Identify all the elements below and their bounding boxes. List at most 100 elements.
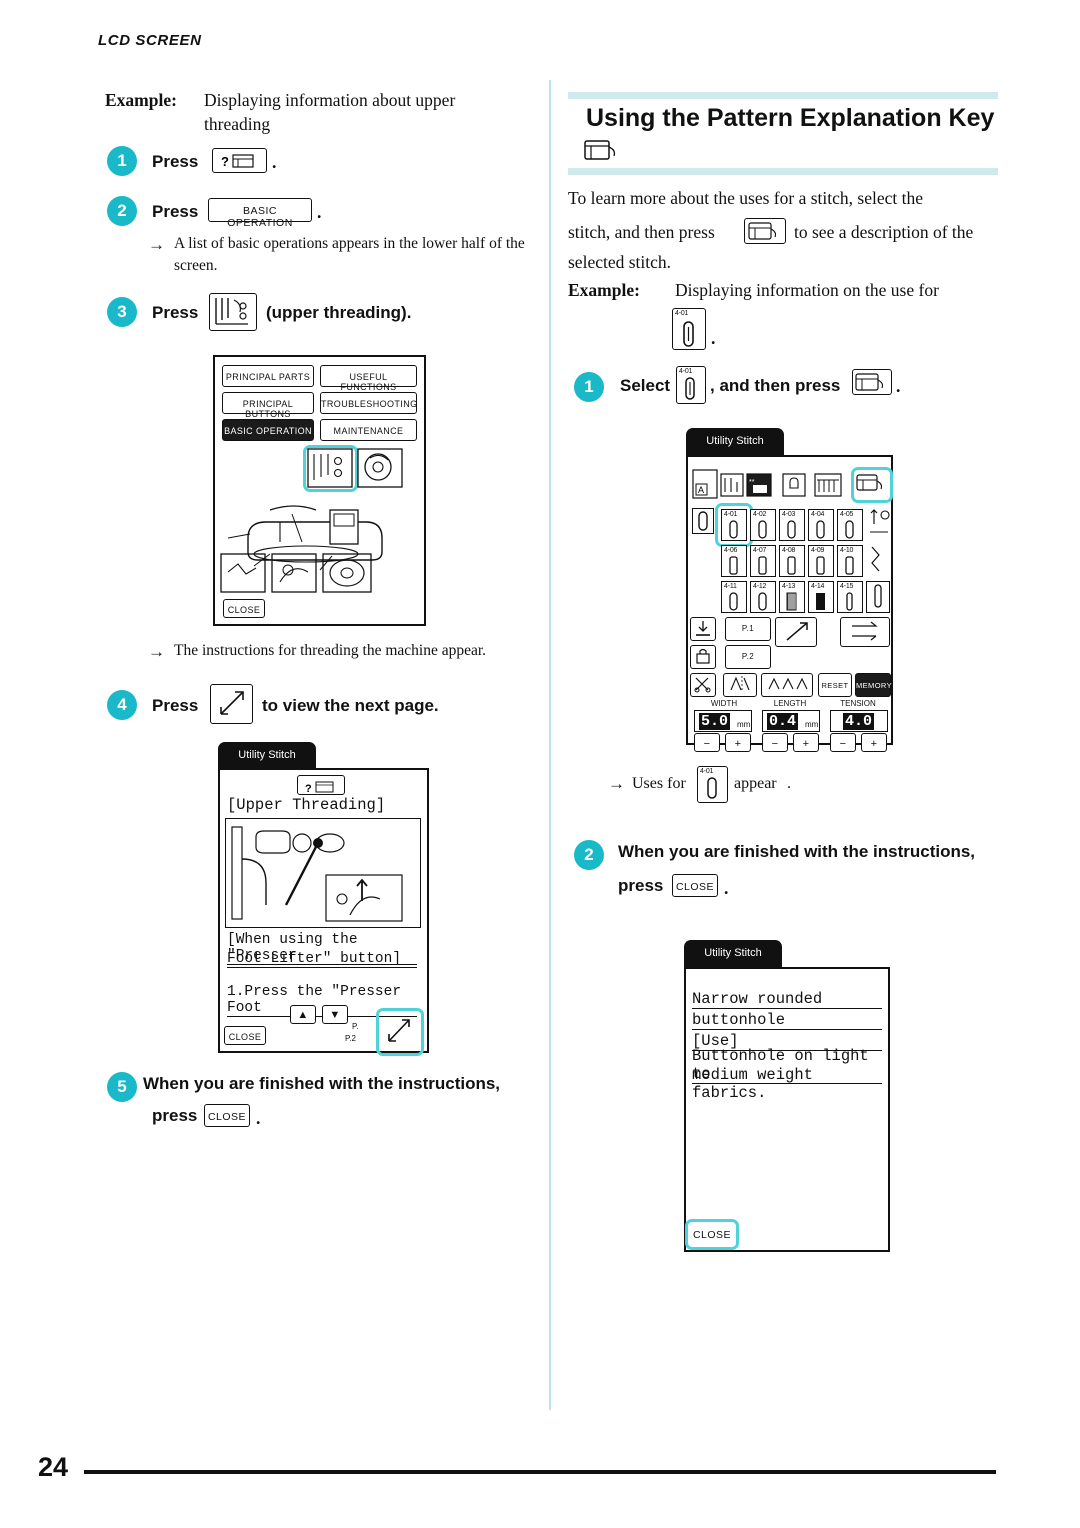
screen3-stitch-4-11[interactable]: 4-11 bbox=[721, 581, 747, 613]
screen3-needle-position-button[interactable] bbox=[690, 617, 716, 641]
step-5-badge: 5 bbox=[107, 1072, 137, 1102]
upper-threading-key[interactable] bbox=[209, 293, 257, 331]
screen3-memory-button[interactable]: MEMORY bbox=[855, 673, 892, 697]
help-btn-principal-parts[interactable]: PRINCIPAL PARTS bbox=[222, 365, 314, 387]
screen3-resize-button[interactable] bbox=[775, 617, 817, 647]
pattern-explanation-key[interactable] bbox=[744, 218, 786, 244]
screen3-stitch-extra[interactable] bbox=[866, 581, 890, 613]
help-icon-key[interactable]: ? bbox=[212, 148, 267, 173]
help-btn-useful-functions[interactable]: USEFUL FUNCTIONS bbox=[320, 365, 417, 392]
screen3-stitch-4-01[interactable]: 4-01 bbox=[721, 509, 747, 541]
screen3-stitch-4-03[interactable]: 4-03 bbox=[779, 509, 805, 541]
basic-operation-key[interactable]: BASIC OPERATION bbox=[208, 198, 312, 229]
screen3-stitch-4-05[interactable]: 4-05 bbox=[837, 509, 863, 541]
page: LCD SCREEN 24 Example: Displaying inform… bbox=[0, 0, 1080, 1528]
screen4-line-1: Narrow rounded bbox=[692, 990, 882, 1009]
screen3-stitch-4-06-number: 4-06 bbox=[724, 547, 738, 554]
buttonhole-stitch-icon bbox=[758, 592, 767, 611]
lock-icon bbox=[696, 648, 710, 664]
mirror-icon bbox=[730, 676, 750, 692]
screen3-length-label: LENGTH bbox=[773, 699, 807, 708]
buttonhole-stitch-icon bbox=[816, 520, 825, 539]
screen2-tab: Utility Stitch bbox=[218, 742, 316, 768]
screen3-tension-plus[interactable]: + bbox=[861, 733, 887, 752]
step-5-text-1: When you are finished with the instructi… bbox=[143, 1074, 501, 1093]
screen3-stitch-4-10[interactable]: 4-10 bbox=[837, 545, 863, 577]
screen3-stitch-4-12[interactable]: 4-12 bbox=[750, 581, 776, 613]
screen3-width-value-box: 5.0 mm bbox=[694, 710, 752, 732]
step-5-close-key-label: CLOSE bbox=[207, 1111, 247, 1123]
step-2-badge: 2 bbox=[107, 196, 137, 226]
screen3-stitch-4-09-number: 4-09 bbox=[811, 547, 825, 554]
right-step-2-close-key[interactable]: CLOSE bbox=[672, 874, 718, 897]
screen3-stitch-4-06[interactable]: 4-06 bbox=[721, 545, 747, 577]
right-result-stitch-key[interactable]: 4-01 bbox=[697, 766, 728, 803]
step-3-press-label: Press bbox=[152, 303, 199, 322]
column-divider bbox=[549, 80, 551, 1410]
step-3-tail: (upper threading). bbox=[266, 303, 412, 322]
screen3-length-value: 0.4 bbox=[767, 713, 799, 730]
right-step-1-explanation-key[interactable] bbox=[852, 369, 892, 395]
buttonhole-stitch-icon bbox=[845, 556, 854, 575]
right-step-2-badge: 2 bbox=[574, 840, 604, 870]
screen3-stitch-4-09[interactable]: 4-09 bbox=[808, 545, 834, 577]
screen2-close-button[interactable]: CLOSE bbox=[224, 1026, 266, 1045]
screen3-stitch-4-13[interactable]: 4-13 bbox=[779, 581, 805, 613]
screen3-stitch-pattern-button[interactable] bbox=[761, 673, 813, 697]
screen3-stitch-preview-zigzag bbox=[871, 546, 880, 572]
screen3-stitch-4-05-number: 4-05 bbox=[840, 511, 854, 518]
dense-stitch-icon bbox=[786, 592, 797, 611]
screen3-length-unit: mm bbox=[805, 720, 819, 729]
section-title-rule-top bbox=[568, 92, 998, 99]
step-5-close-key[interactable]: CLOSE bbox=[204, 1104, 250, 1127]
screen2-up-button[interactable]: ▲ bbox=[290, 1005, 316, 1024]
screen3-length-plus[interactable]: + bbox=[793, 733, 819, 752]
buttonhole-stitch-icon bbox=[846, 592, 853, 611]
screen3-stitch-4-03-number: 4-03 bbox=[782, 511, 796, 518]
stitch-4-01-key[interactable]: 4-01 bbox=[672, 308, 706, 350]
next-page-icon bbox=[388, 1019, 410, 1042]
right-step-1-stitch-key[interactable]: 4-01 bbox=[676, 366, 706, 404]
svg-text:**: ** bbox=[749, 479, 755, 486]
pattern-explanation-icon bbox=[856, 474, 883, 491]
help-close-button[interactable]: CLOSE bbox=[223, 599, 265, 618]
screen3-lock-button[interactable] bbox=[690, 645, 716, 669]
screen3-thread-cutter-button[interactable] bbox=[690, 673, 716, 697]
stitch-4-01-number: 4-01 bbox=[675, 310, 689, 317]
screen3-width-minus[interactable]: − bbox=[694, 733, 720, 752]
help-btn-basic-operation[interactable]: BASIC OPERATION bbox=[222, 419, 314, 441]
screen2-title: [Upper Threading] bbox=[227, 796, 386, 814]
screen3-stitch-4-02[interactable]: 4-02 bbox=[750, 509, 776, 541]
screen3-length-minus[interactable]: − bbox=[762, 733, 788, 752]
feed-direction-icon bbox=[852, 621, 878, 641]
help-btn-troubleshooting[interactable]: TROUBLESHOOTING bbox=[320, 392, 417, 414]
screen4-close-highlight[interactable]: CLOSE bbox=[685, 1219, 739, 1250]
basic-operation-key-label: BASIC OPERATION bbox=[227, 205, 293, 229]
screen2-down-button[interactable]: ▼ bbox=[322, 1005, 348, 1024]
screen3-stitch-4-08[interactable]: 4-08 bbox=[779, 545, 805, 577]
screen2-help-key[interactable]: ? bbox=[297, 775, 345, 795]
screen3-page-2-button[interactable]: P.2 bbox=[725, 645, 771, 669]
screen3-width-plus[interactable]: + bbox=[725, 733, 751, 752]
screen3-tension-value-box: 4.0 bbox=[830, 710, 888, 732]
help-btn-principal-buttons[interactable]: PRINCIPAL BUTTONS bbox=[222, 392, 314, 419]
screen3-tension-value: 4.0 bbox=[843, 713, 875, 730]
screen3-page-1-button[interactable]: P.1 bbox=[725, 617, 771, 641]
screen3-stitch-4-07[interactable]: 4-07 bbox=[750, 545, 776, 577]
step-1-badge: 1 bbox=[107, 146, 137, 176]
screen3-stitch-4-14[interactable]: 4-14 bbox=[808, 581, 834, 613]
step-2-result-text: A list of basic operations appears in th… bbox=[174, 235, 525, 275]
pattern-explanation-icon bbox=[855, 373, 884, 391]
buttonhole-stitch-icon bbox=[758, 520, 767, 539]
screen3-direction-button[interactable] bbox=[840, 617, 890, 647]
screen3-stitch-4-15[interactable]: 4-15 bbox=[837, 581, 863, 613]
right-example-text: Displaying information on the use for bbox=[675, 280, 939, 300]
screen3-tension-minus[interactable]: − bbox=[830, 733, 856, 752]
help-btn-maintenance[interactable]: MAINTENANCE bbox=[320, 419, 417, 441]
next-page-key[interactable] bbox=[210, 684, 253, 724]
screen3-stitch-4-04[interactable]: 4-04 bbox=[808, 509, 834, 541]
screen3-reset-button[interactable]: RESET bbox=[818, 673, 852, 697]
screen3-explanation-key[interactable] bbox=[851, 467, 893, 503]
next-page-highlight[interactable] bbox=[376, 1008, 424, 1056]
screen3-mirror-button[interactable] bbox=[723, 673, 757, 697]
